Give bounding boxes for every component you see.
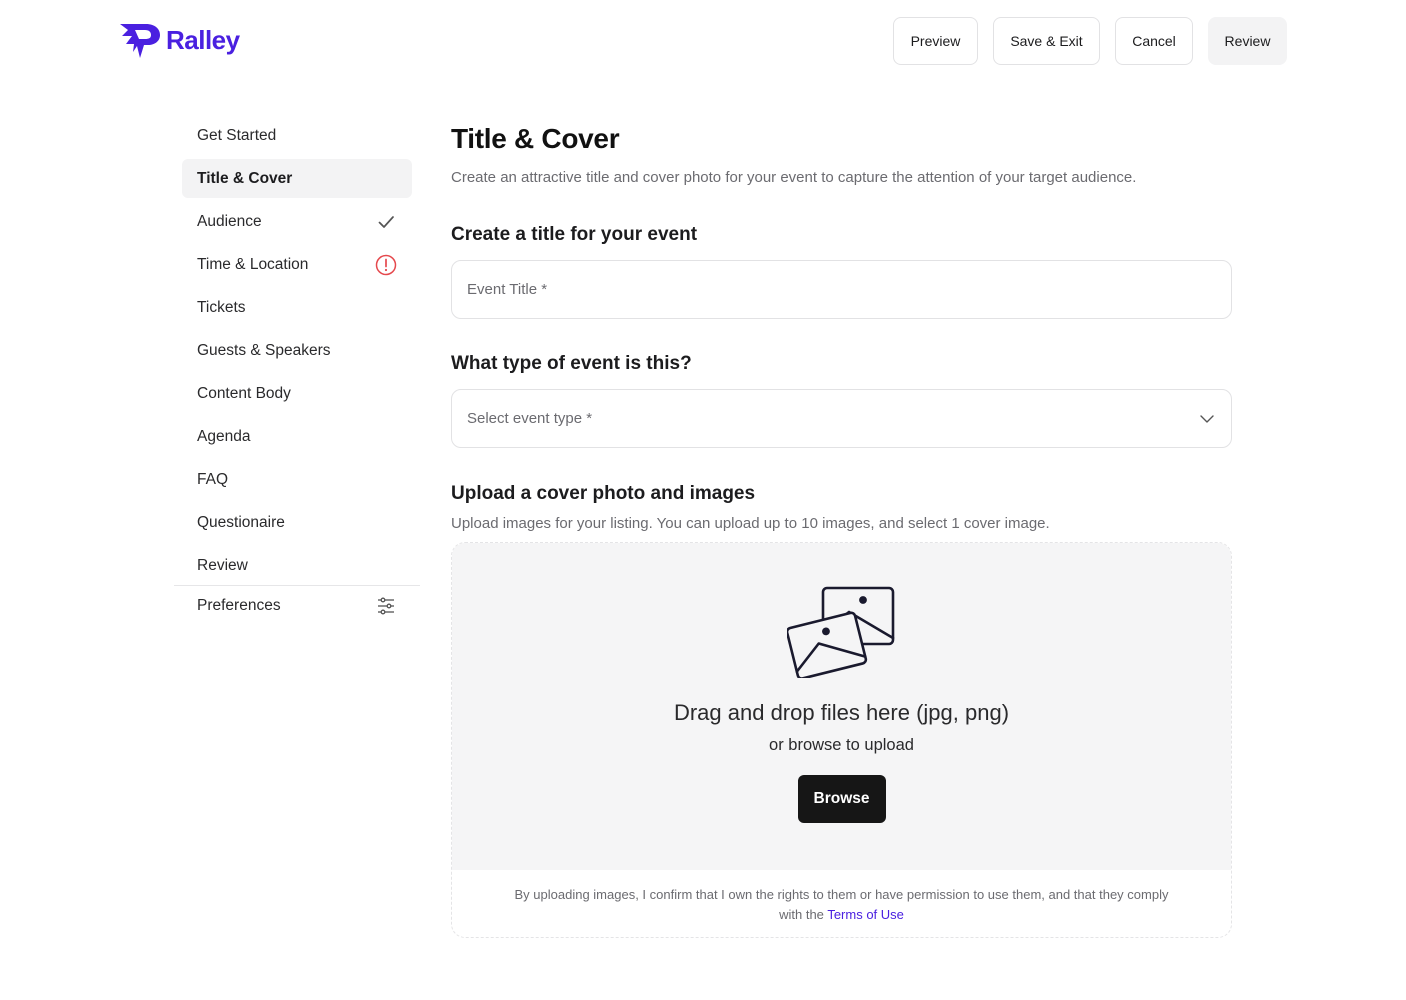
- sidebar-item-label: Tickets: [197, 298, 246, 316]
- review-button[interactable]: Review: [1208, 17, 1287, 65]
- event-type-value: Select event type *: [467, 410, 593, 427]
- sidebar-nav: Get Started Title & Cover Audience Time …: [174, 116, 420, 629]
- sidebar-item-label: Guests & Speakers: [197, 341, 331, 359]
- alert-circle-icon: [375, 254, 397, 276]
- sidebar-item-title-cover[interactable]: Title & Cover: [182, 159, 412, 198]
- sidebar-item-faq[interactable]: FAQ: [182, 460, 412, 499]
- upload-dropzone[interactable]: Drag and drop files here (jpg, png) or b…: [451, 542, 1232, 938]
- brand-logo[interactable]: Ralley: [120, 22, 240, 58]
- upload-subtitle: Upload images for your listing. You can …: [451, 515, 1050, 532]
- sidebar-item-content-body[interactable]: Content Body: [182, 374, 412, 413]
- sidebar-item-agenda[interactable]: Agenda: [182, 417, 412, 456]
- sidebar-item-label: Get Started: [197, 126, 277, 144]
- brand-name: Ralley: [166, 24, 240, 55]
- images-icon: [786, 586, 894, 678]
- cancel-button[interactable]: Cancel: [1115, 17, 1193, 65]
- sidebar-item-label: Agenda: [197, 427, 251, 445]
- sidebar-item-audience[interactable]: Audience: [182, 202, 412, 241]
- sidebar-item-label: Content Body: [197, 384, 291, 402]
- terms-of-use-link[interactable]: Terms of Use: [827, 907, 904, 922]
- event-title-input[interactable]: [467, 281, 1216, 298]
- sidebar-item-label: Questionaire: [197, 513, 285, 531]
- sidebar-item-label: Review: [197, 556, 248, 574]
- sidebar-item-label: Title & Cover: [197, 169, 293, 187]
- sidebar-item-preferences[interactable]: Preferences: [182, 586, 412, 625]
- sidebar-item-get-started[interactable]: Get Started: [182, 116, 412, 155]
- dropzone-area[interactable]: Drag and drop files here (jpg, png) or b…: [452, 543, 1231, 870]
- disclaimer-text: By uploading images, I confirm that I ow…: [514, 886, 1169, 902]
- event-type-select[interactable]: Select event type *: [451, 389, 1232, 448]
- sidebar-item-guests-speakers[interactable]: Guests & Speakers: [182, 331, 412, 370]
- sidebar-item-label: Audience: [197, 212, 262, 230]
- sidebar-item-label: FAQ: [197, 470, 229, 488]
- page-subtitle: Create an attractive title and cover pho…: [451, 169, 1137, 186]
- sidebar-item-time-location[interactable]: Time & Location: [182, 245, 412, 284]
- browse-button[interactable]: Browse: [797, 775, 886, 823]
- main-content: Title & Cover Create an attractive title…: [451, 116, 1232, 938]
- type-section-heading: What type of event is this?: [451, 353, 692, 374]
- ralley-logo-icon: [120, 24, 160, 58]
- sidebar-item-review[interactable]: Review: [182, 546, 412, 585]
- dropzone-subtitle: or browse to upload: [769, 736, 914, 754]
- title-section-heading: Create a title for your event: [451, 224, 698, 245]
- preview-button[interactable]: Preview: [893, 17, 978, 65]
- check-icon: [375, 211, 397, 233]
- sliders-icon: [375, 595, 397, 617]
- upload-section-heading: Upload a cover photo and images: [451, 483, 756, 504]
- disclaimer-line-2: with the Terms of Use: [779, 905, 904, 925]
- disclaimer-prefix: with the: [779, 906, 824, 922]
- upload-disclaimer: By uploading images, I confirm that I ow…: [452, 870, 1231, 937]
- sidebar-item-label: Preferences: [197, 596, 281, 614]
- header-actions: Preview Save & Exit Cancel Review: [893, 17, 1287, 65]
- sidebar-item-questionaire[interactable]: Questionaire: [182, 503, 412, 542]
- save-exit-button[interactable]: Save & Exit: [993, 17, 1100, 65]
- chevron-down-icon: [1200, 415, 1214, 423]
- page-title: Title & Cover: [451, 123, 620, 154]
- dropzone-title: Drag and drop files here (jpg, png): [673, 700, 1010, 725]
- sidebar-item-label: Time & Location: [197, 255, 309, 273]
- event-title-field[interactable]: [451, 260, 1232, 319]
- sidebar-item-tickets[interactable]: Tickets: [182, 288, 412, 327]
